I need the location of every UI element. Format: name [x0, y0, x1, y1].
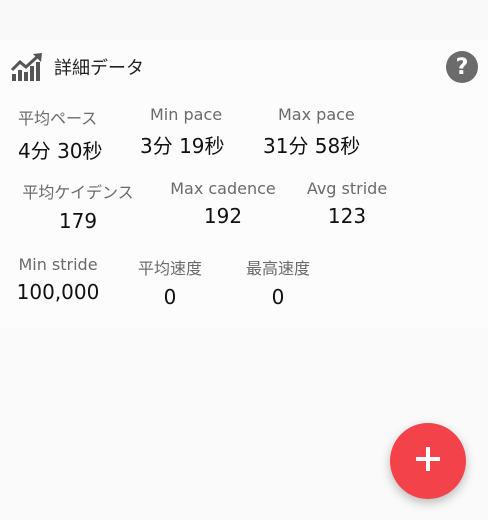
stat-avg-stride: Avg stride 123	[305, 179, 389, 228]
stat-label: Avg stride	[306, 179, 388, 198]
stat-label: Min pace	[150, 105, 223, 124]
trending-up-chart-icon	[10, 52, 44, 82]
stat-value: 100,000	[16, 280, 100, 304]
stat-label: 平均速度	[137, 259, 202, 278]
card-title: 詳細データ	[54, 58, 144, 79]
stat-label: Max cadence	[170, 179, 276, 198]
stat-min-pace: Min pace 3分 19秒	[140, 105, 225, 159]
stat-label: 最高速度	[245, 259, 310, 278]
card-header: 詳細データ	[10, 50, 144, 84]
stat-label: Min stride	[18, 255, 98, 274]
stat-value: 0	[163, 285, 177, 309]
top-strip	[0, 0, 488, 40]
stat-value: 179	[58, 209, 98, 233]
stat-max-pace: Max pace 31分 58秒	[263, 105, 360, 159]
stat-value: 4分 30秒	[18, 139, 103, 163]
stat-avg-speed: 平均速度 0	[134, 255, 206, 309]
help-icon[interactable]: ?	[446, 51, 478, 83]
stat-label: 平均ペース	[18, 109, 98, 128]
add-fab-button[interactable]	[390, 423, 466, 499]
stat-value: 123	[327, 204, 367, 228]
stat-value: 192	[203, 204, 243, 228]
stat-max-cadence: Max cadence 192	[170, 179, 276, 228]
stat-avg-pace: 平均ペース 4分 30秒	[18, 105, 103, 164]
stat-max-speed: 最高速度 0	[242, 255, 314, 309]
stat-value: 31分 58秒	[263, 134, 361, 158]
stat-label: Max pace	[278, 105, 355, 124]
stat-min-stride: Min stride 100,000	[16, 255, 100, 304]
plus-icon	[414, 445, 442, 477]
stat-value: 0	[271, 285, 285, 309]
stat-value: 3分 19秒	[140, 134, 225, 158]
stat-avg-cadence: 平均ケイデンス 179	[18, 179, 138, 233]
stat-label: 平均ケイデンス	[22, 183, 134, 202]
